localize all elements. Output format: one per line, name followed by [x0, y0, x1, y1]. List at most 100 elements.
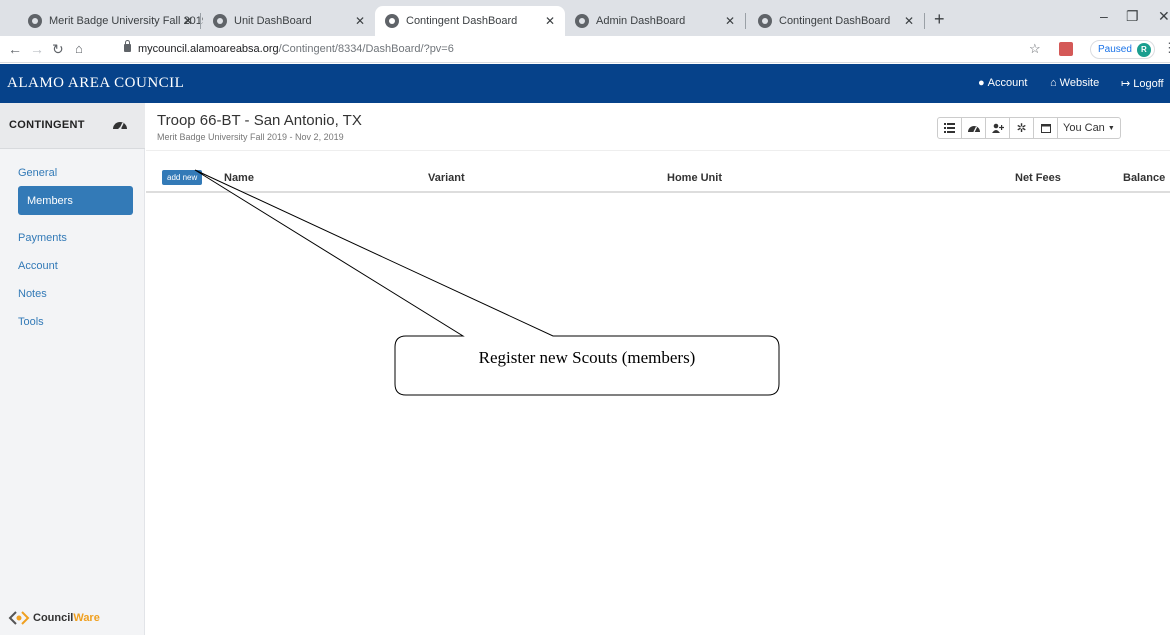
sidebar-item-label: Notes — [18, 287, 47, 300]
calendar-icon — [1040, 124, 1051, 133]
add-new-button[interactable]: add new — [162, 170, 203, 185]
column-header-home-unit[interactable]: Home Unit — [667, 172, 722, 184]
browser-tab[interactable]: Merit Badge University Fall 2019 ✕ — [18, 6, 203, 36]
callout-text: Register new Scouts (members) — [478, 348, 696, 367]
tab-separator — [200, 13, 201, 29]
tab-separator — [924, 13, 925, 29]
bookmark-star-icon[interactable]: ☆ — [1029, 41, 1041, 57]
you-can-dropdown[interactable]: You Can ▼ — [1057, 117, 1121, 139]
browser-tab-strip: Merit Badge University Fall 2019 ✕ Unit … — [0, 0, 1170, 36]
close-icon[interactable]: ✕ — [725, 14, 735, 28]
sidebar-item-label: Account — [18, 259, 58, 272]
tab-title: Contingent DashBoard — [406, 15, 518, 27]
logoff-label: Logoff — [1133, 77, 1164, 90]
url-field[interactable]: mycouncil.alamoareabsa.org/Contingent/83… — [138, 43, 454, 55]
lock-icon — [124, 40, 131, 52]
url-path: /Contingent/8334/DashBoard/?pv=6 — [278, 43, 454, 55]
sidebar-item-label: Tools — [18, 315, 44, 328]
globe-icon — [213, 14, 227, 28]
sidebar-item-notes[interactable]: Notes — [18, 279, 133, 308]
url-host: mycouncil.alamoareabsa.org — [138, 43, 279, 55]
screen: Merit Badge University Fall 2019 ✕ Unit … — [0, 0, 1170, 635]
website-link[interactable]: ⌂ Website — [1050, 77, 1099, 89]
tab-separator — [745, 13, 746, 29]
dashboard-icon — [967, 126, 980, 133]
calendar-button[interactable] — [1033, 117, 1058, 139]
logoff-link[interactable]: ↦ Logoff — [1121, 77, 1164, 91]
councilware-logo: CouncilWare — [8, 611, 100, 625]
sidebar-item-label: Members — [27, 194, 73, 207]
home-icon[interactable]: ⌂ — [75, 41, 83, 56]
tab-title: Merit Badge University Fall 2019 — [49, 15, 203, 27]
reload-icon[interactable]: ↻ — [52, 41, 64, 58]
tab-title: Unit DashBoard — [234, 15, 312, 27]
browser-tab[interactable]: Contingent DashBoard ✕ — [748, 6, 924, 36]
page-subtitle: Merit Badge University Fall 2019 - Nov 2… — [157, 132, 344, 142]
globe-icon — [758, 14, 772, 28]
column-header-variant[interactable]: Variant — [428, 172, 465, 184]
app-header: ALAMO AREA COUNCIL ● Account ⌂ Website ↦… — [0, 64, 1170, 103]
logo-text-ware: Ware — [73, 612, 100, 624]
back-icon[interactable]: ← — [8, 41, 22, 57]
toolbar: ✲ You Can ▼ — [937, 117, 1121, 139]
caret-down-icon: ▼ — [1107, 124, 1115, 132]
main-content: Troop 66-BT - San Antonio, TX Merit Badg… — [146, 103, 1170, 635]
home-icon: ⌂ — [1050, 77, 1057, 89]
website-label: Website — [1059, 77, 1100, 89]
sidebar-item-account[interactable]: Account — [18, 251, 133, 280]
browser-tab[interactable]: Unit DashBoard ✕ — [203, 6, 375, 36]
sidebar-title: CONTINGENT — [9, 119, 85, 131]
account-link[interactable]: ● Account — [978, 77, 1027, 89]
settings-button[interactable]: ✲ — [1009, 117, 1034, 139]
sidebar-item-tools[interactable]: Tools — [18, 307, 133, 336]
sidebar-item-general[interactable]: General — [18, 158, 133, 187]
tab-title: Contingent DashBoard — [779, 15, 891, 27]
dashboard-icon[interactable] — [112, 117, 128, 131]
browser-tab[interactable]: Admin DashBoard ✕ — [565, 6, 745, 36]
sidebar-item-label: Payments — [18, 231, 67, 244]
globe-icon — [385, 14, 399, 28]
sidebar: CONTINGENT General Members Payments Acco… — [0, 103, 145, 635]
column-header-net-fees[interactable]: Net Fees — [1015, 172, 1061, 184]
you-can-label: You Can — [1063, 122, 1105, 134]
maximize-icon[interactable]: ❐ — [1126, 8, 1139, 25]
tab-title: Admin DashBoard — [596, 15, 686, 27]
sidebar-item-label: General — [18, 166, 58, 179]
add-user-icon — [991, 123, 1004, 133]
sidebar-item-payments[interactable]: Payments — [18, 223, 133, 252]
forward-icon[interactable]: → — [30, 41, 44, 57]
close-icon[interactable]: ✕ — [545, 14, 555, 28]
sidebar-header: CONTINGENT — [0, 103, 145, 149]
logo-text-council: Council — [33, 612, 74, 624]
list-icon — [944, 123, 955, 133]
dashboard-button[interactable] — [961, 117, 986, 139]
list-view-button[interactable] — [937, 117, 962, 139]
members-table-header: add new Name Variant Home Unit Net Fees … — [146, 165, 1170, 193]
account-label: Account — [987, 77, 1028, 89]
globe-icon — [28, 14, 42, 28]
window-close-icon[interactable]: ✕ — [1158, 8, 1170, 25]
gear-icon: ✲ — [1016, 121, 1027, 135]
column-header-name[interactable]: Name — [224, 172, 254, 184]
browser-address-bar: ← → ↻ ⌂ mycouncil.alamoareabsa.org/Conti… — [0, 36, 1170, 63]
avatar: R — [1136, 42, 1151, 57]
close-icon[interactable]: ✕ — [183, 14, 193, 28]
minimize-icon[interactable]: – — [1100, 8, 1108, 24]
user-circle-icon: ● — [978, 77, 985, 89]
more-menu-icon[interactable]: ⋮ — [1163, 40, 1170, 56]
header-divider — [146, 150, 1170, 151]
add-user-button[interactable] — [985, 117, 1010, 139]
new-tab-icon[interactable]: + — [934, 9, 945, 30]
profile-button[interactable]: Paused R — [1090, 40, 1155, 59]
profile-status: Paused — [1098, 44, 1132, 55]
browser-tab-active[interactable]: Contingent DashBoard ✕ — [375, 6, 565, 36]
brand-title[interactable]: ALAMO AREA COUNCIL — [7, 75, 184, 92]
column-header-balance[interactable]: Balance — [1123, 172, 1165, 184]
page-title: Troop 66-BT - San Antonio, TX — [157, 112, 362, 129]
close-icon[interactable]: ✕ — [355, 14, 365, 28]
close-icon[interactable]: ✕ — [904, 14, 914, 28]
logout-icon: ↦ — [1121, 78, 1131, 90]
sidebar-item-members[interactable]: Members — [18, 186, 133, 215]
councilware-logo-icon — [8, 611, 30, 625]
extension-icon[interactable] — [1059, 42, 1073, 56]
